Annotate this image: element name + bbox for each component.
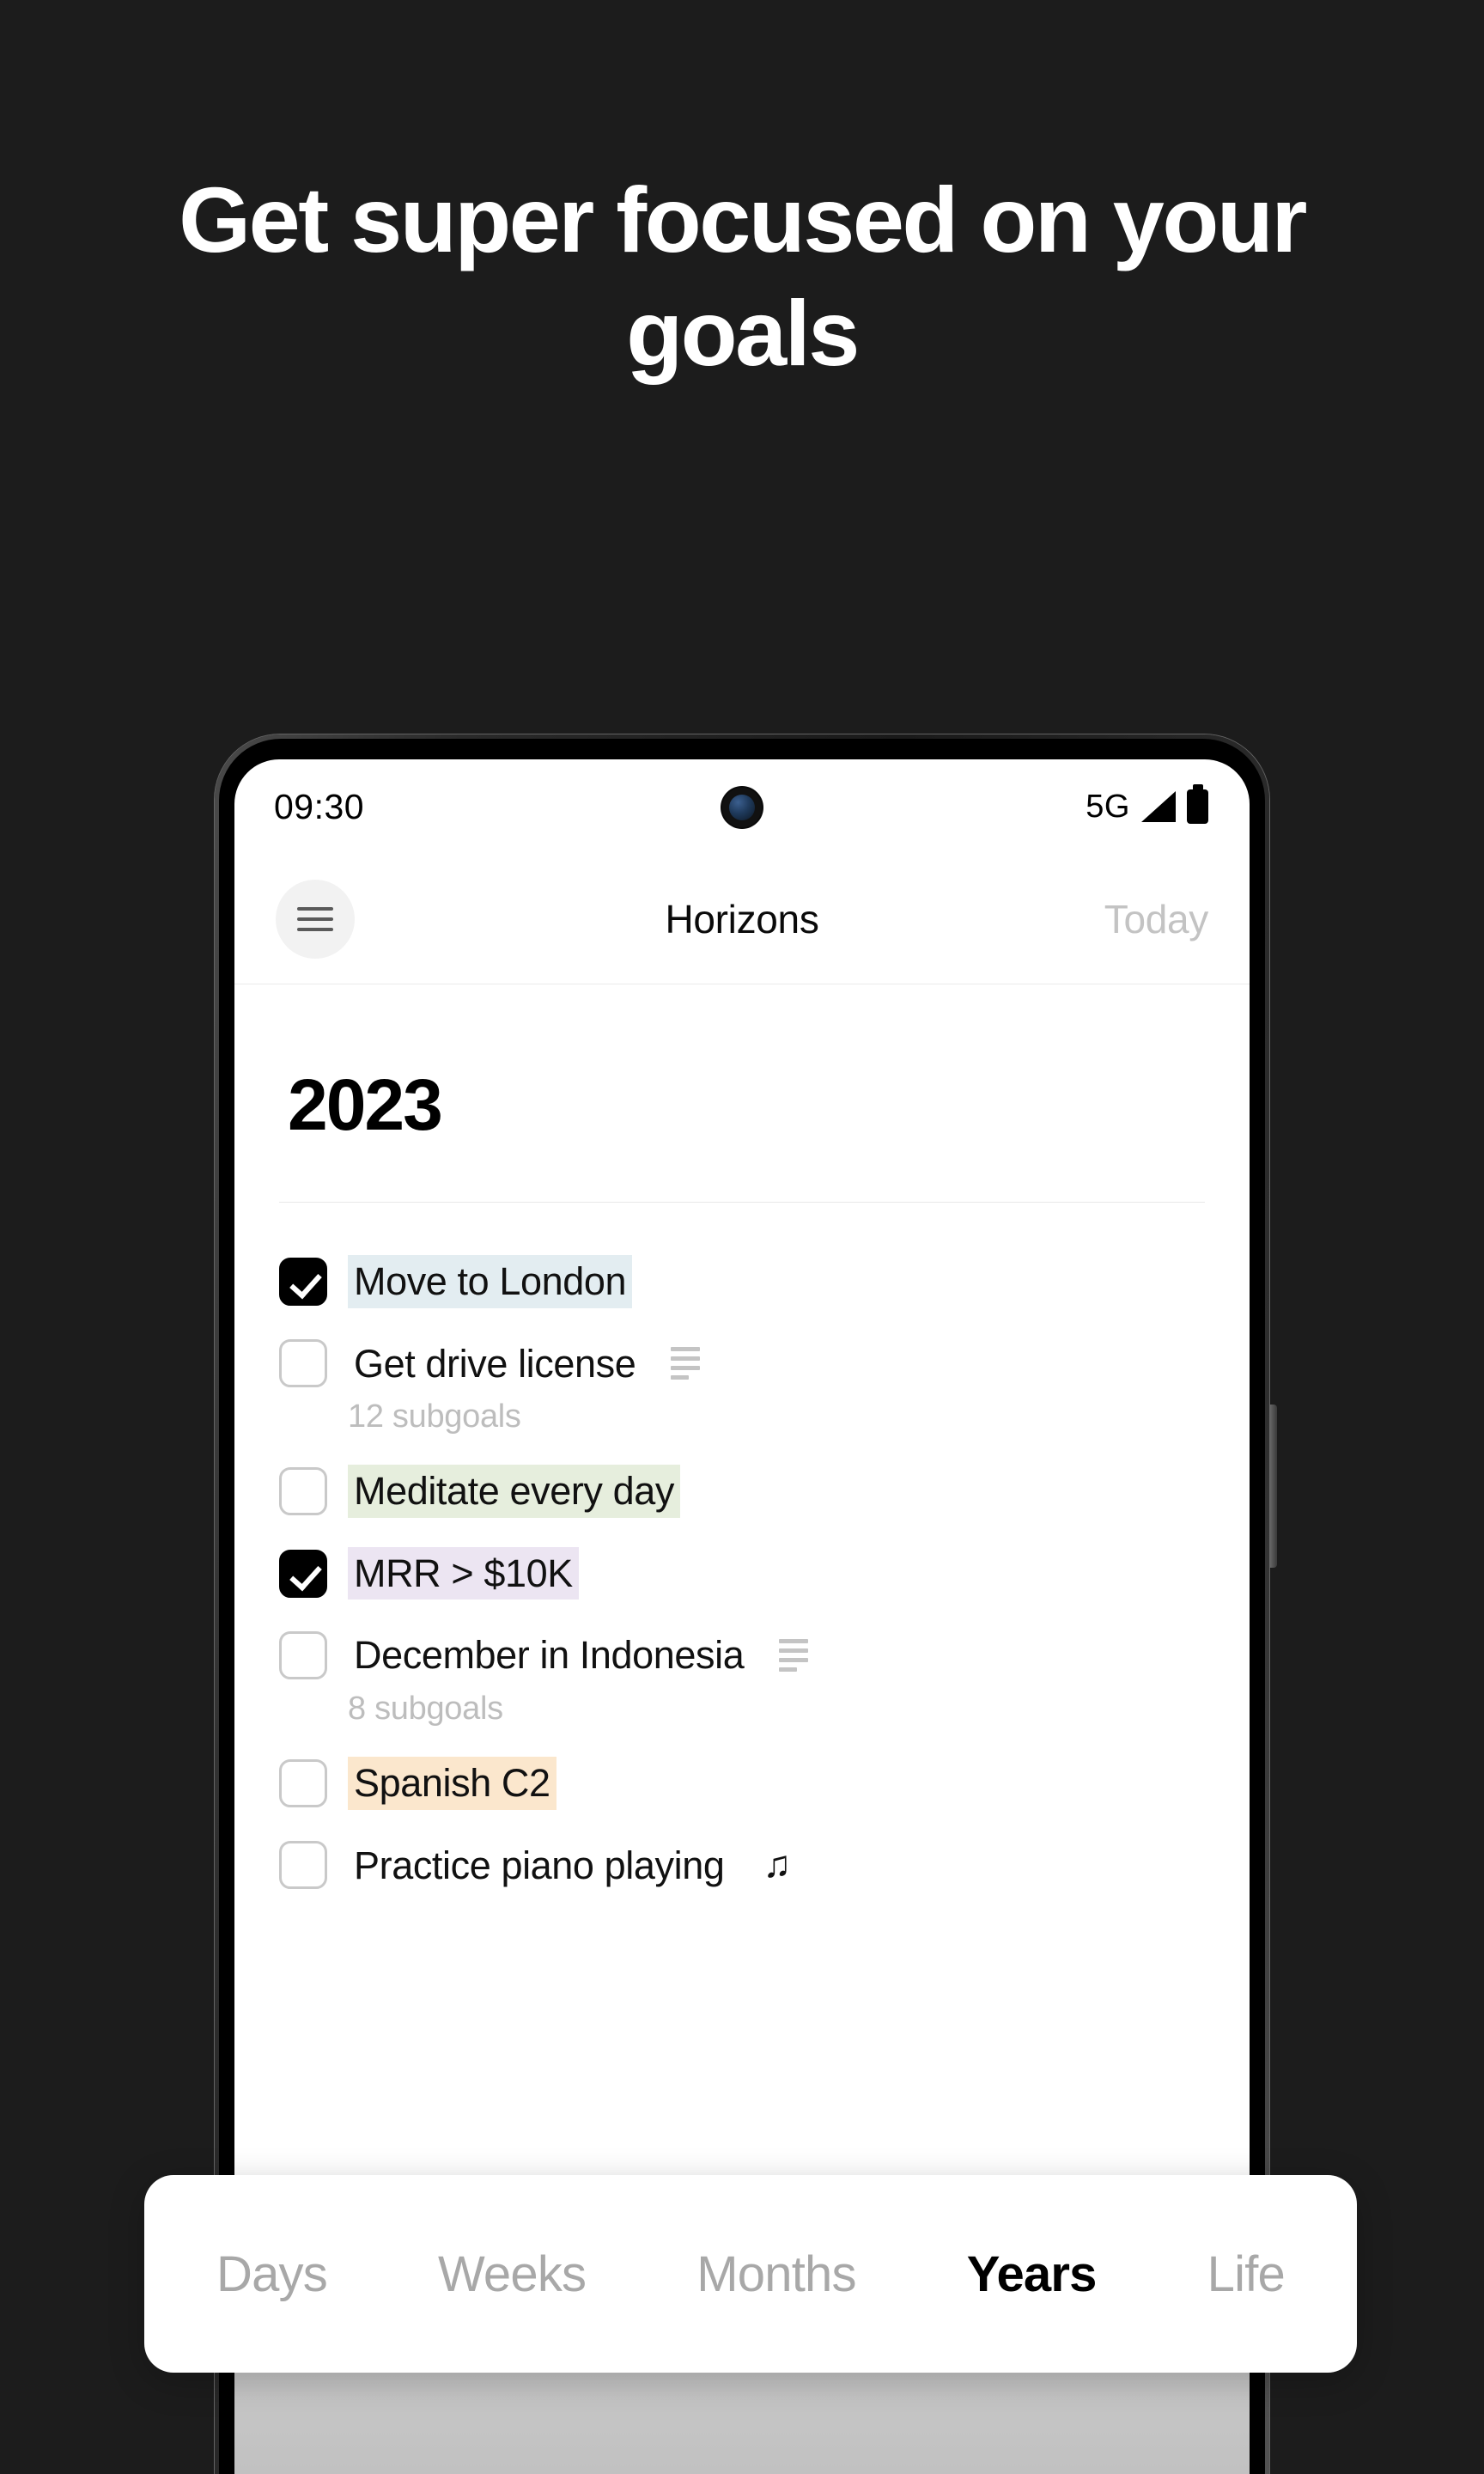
- status-time: 09:30: [274, 786, 365, 826]
- goal-checkbox[interactable]: [279, 1549, 327, 1598]
- notes-icon: [671, 1347, 701, 1380]
- goal-checkbox[interactable]: [279, 1841, 327, 1890]
- signal-triangle-icon: [1141, 791, 1176, 822]
- phone-bottom-area: [234, 2362, 1250, 2474]
- goal-label: December in Indonesia: [354, 1633, 745, 1678]
- promo-screenshot: Get super focused on your goals 09:30 5G: [0, 0, 1484, 2474]
- today-button[interactable]: Today: [1104, 896, 1209, 942]
- hamburger-menu-icon[interactable]: [276, 879, 355, 959]
- list-item[interactable]: Move to London: [276, 1240, 1208, 1323]
- promo-headline: Get super focused on your goals: [179, 168, 1307, 385]
- section-divider: [279, 1202, 1205, 1203]
- subgoal-count: 12 subgoals: [348, 1398, 521, 1435]
- music-note-icon: ♫: [763, 1843, 792, 1886]
- horizon-tabbar: Days Weeks Months Years Life: [144, 2175, 1357, 2373]
- tab-weeks[interactable]: Weeks: [438, 2245, 587, 2303]
- goal-label: Move to London: [348, 1255, 633, 1308]
- app-header: Horizons Today: [234, 854, 1250, 984]
- list-item[interactable]: MRR > $10K: [276, 1533, 1208, 1615]
- goal-checkbox[interactable]: [279, 1631, 327, 1680]
- tab-life[interactable]: Life: [1207, 2245, 1286, 2303]
- list-item[interactable]: Spanish C2: [276, 1742, 1208, 1825]
- year-heading: 2023: [288, 1064, 443, 1145]
- goal-label: Get drive license: [354, 1341, 636, 1386]
- tab-months[interactable]: Months: [696, 2245, 856, 2303]
- list-item[interactable]: Get drive license 12 subgoals: [276, 1323, 1208, 1451]
- goal-label: Spanish C2: [348, 1756, 556, 1810]
- tab-days[interactable]: Days: [216, 2245, 328, 2303]
- goal-checkbox[interactable]: [279, 1339, 327, 1388]
- list-item[interactable]: December in Indonesia 8 subgoals: [276, 1614, 1208, 1742]
- status-indicators: 5G: [1086, 789, 1208, 826]
- notes-icon: [779, 1639, 809, 1673]
- goal-label: MRR > $10K: [348, 1546, 579, 1600]
- subgoal-count: 8 subgoals: [348, 1690, 503, 1727]
- tab-years[interactable]: Years: [967, 2245, 1098, 2303]
- page-title: Horizons: [665, 896, 819, 941]
- phone-power-button[interactable]: [1269, 1405, 1277, 1568]
- goal-checkbox[interactable]: [279, 1257, 327, 1306]
- goal-checkbox[interactable]: [279, 1466, 327, 1515]
- goal-checkbox[interactable]: [279, 1758, 327, 1807]
- front-camera-icon: [722, 788, 762, 827]
- status-bar: 09:30 5G: [234, 759, 1250, 854]
- network-label: 5G: [1086, 788, 1130, 825]
- goal-list-container: 2023 Move to London Get drive license 12…: [234, 984, 1250, 1906]
- goal-label: Practice piano playing: [354, 1843, 725, 1887]
- battery-full-icon: [1187, 789, 1208, 824]
- list-item[interactable]: Meditate every day: [276, 1450, 1208, 1533]
- list-item[interactable]: Practice piano playing ♫: [276, 1825, 1208, 1907]
- goal-label: Meditate every day: [348, 1465, 680, 1518]
